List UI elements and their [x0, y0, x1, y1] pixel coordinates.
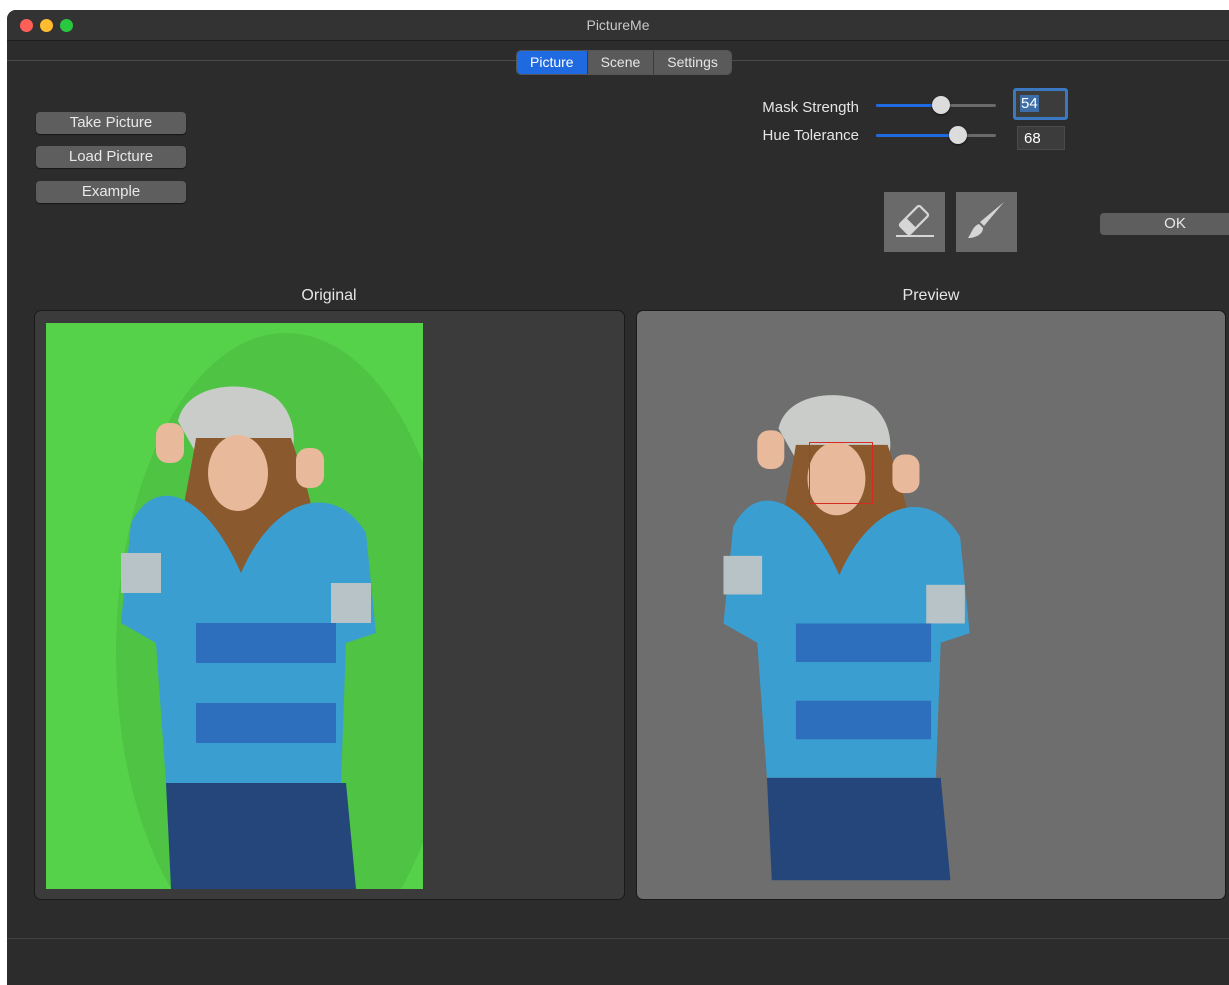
eraser-icon — [896, 204, 934, 237]
take-picture-button[interactable]: Take Picture — [36, 112, 186, 134]
preview-label: Preview — [902, 287, 960, 304]
app-window: PictureMe Picture Scene Settings Take Pi… — [7, 10, 1229, 985]
brush-tool-button[interactable] — [956, 192, 1017, 252]
hue-tolerance-label: Hue Tolerance — [762, 127, 859, 144]
footer-divider — [7, 938, 1229, 939]
mask-strength-label: Mask Strength — [762, 99, 859, 116]
title-bar: PictureMe — [7, 10, 1229, 41]
eraser-tool-button[interactable] — [884, 192, 945, 252]
hue-tolerance-knob[interactable] — [948, 126, 967, 144]
tab-picture[interactable]: Picture — [517, 51, 588, 74]
tab-scene[interactable]: Scene — [587, 51, 655, 74]
ok-button[interactable]: OK — [1100, 213, 1229, 235]
original-label: Original — [301, 287, 357, 304]
hue-tolerance-slider[interactable] — [876, 126, 996, 144]
mask-strength-knob[interactable] — [931, 96, 950, 114]
brush-icon — [968, 202, 1004, 238]
tab-bar: Picture Scene Settings — [516, 50, 732, 75]
hue-tolerance-fill — [876, 134, 958, 137]
tab-settings[interactable]: Settings — [654, 51, 731, 74]
mask-strength-slider[interactable] — [876, 96, 996, 114]
face-detection-box — [809, 442, 873, 504]
original-panel — [34, 310, 625, 900]
example-button[interactable]: Example — [36, 181, 186, 203]
load-picture-button[interactable]: Load Picture — [36, 146, 186, 168]
mask-strength-value: 54 — [1020, 95, 1039, 112]
hue-tolerance-field[interactable]: 68 — [1017, 126, 1065, 150]
original-photo — [46, 323, 423, 889]
person-figure — [116, 333, 423, 889]
preview-panel — [636, 310, 1226, 900]
window-title: PictureMe — [586, 17, 650, 33]
mask-strength-field[interactable]: 54 — [1013, 88, 1068, 120]
